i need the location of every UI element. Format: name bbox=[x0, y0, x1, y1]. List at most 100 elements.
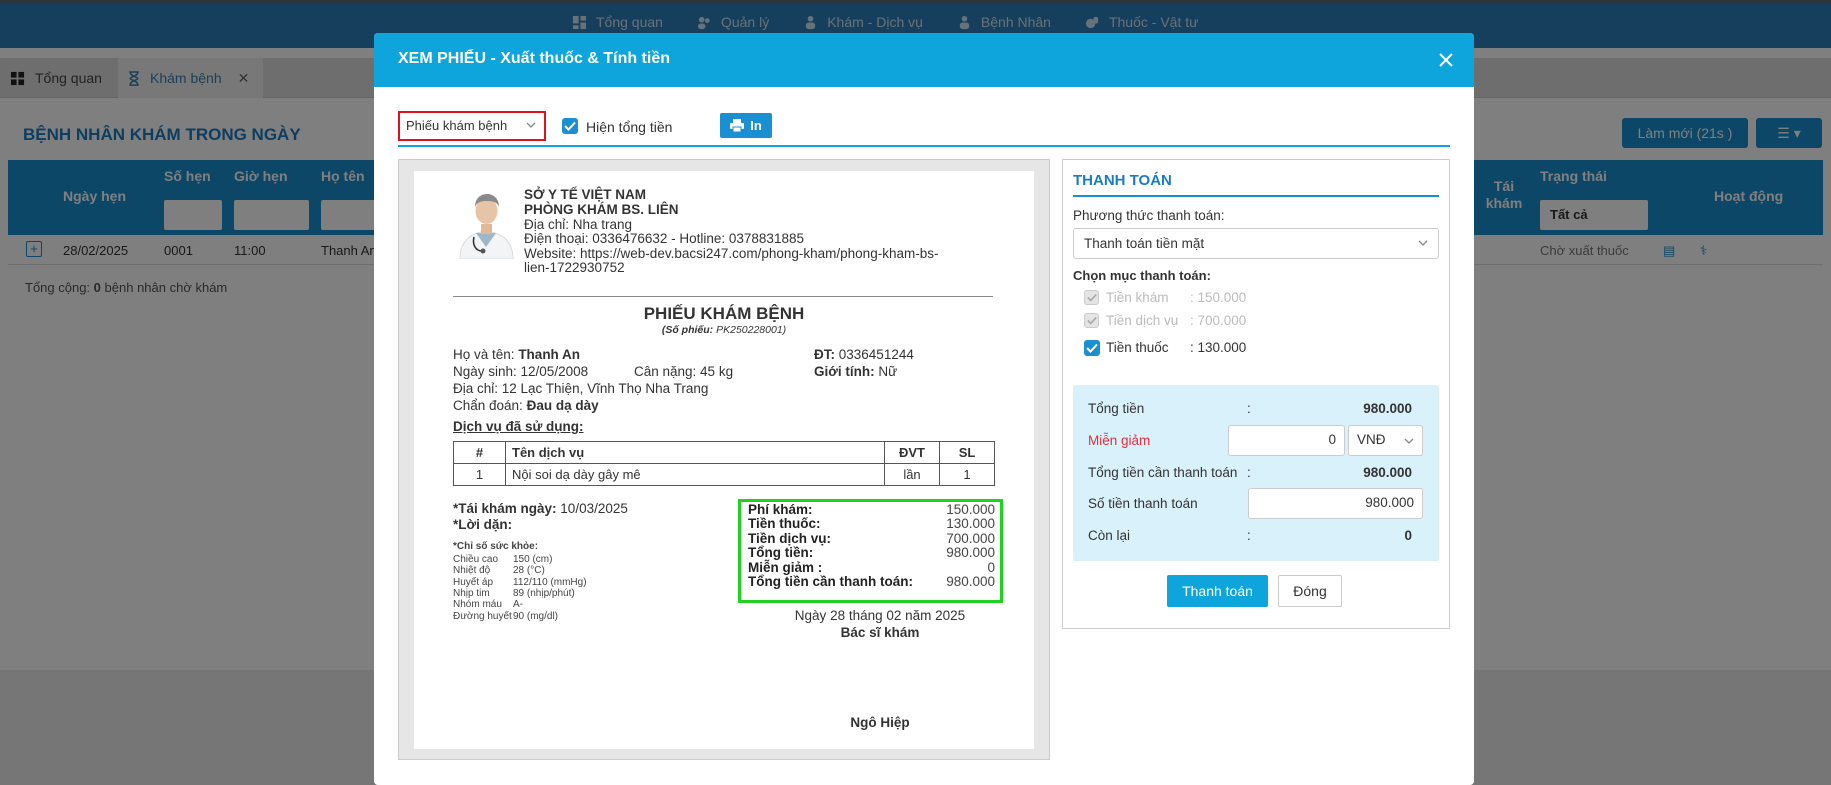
modal-header: XEM PHIẾU - Xuất thuốc & Tính tiền bbox=[374, 33, 1474, 87]
total-value: 980.000 bbox=[1363, 401, 1412, 416]
chevron-down-icon bbox=[526, 122, 536, 128]
services-table: # Tên dịch vụ ĐVT SL 1 Nội soi dạ dày gâ… bbox=[453, 441, 995, 486]
remain-value: 0 bbox=[1404, 528, 1412, 543]
form-code: (Số phiếu: PK250228001) bbox=[661, 324, 787, 336]
vital-label: Chiều cao bbox=[453, 554, 499, 565]
vital-label: Đường huyết bbox=[453, 610, 512, 622]
patient-address: Địa chỉ: 12 Lạc Thiện, Vĩnh Thọ Nha Tran… bbox=[453, 381, 709, 396]
clinic-name: PHÒNG KHÁM BS. LIÊN bbox=[524, 202, 679, 217]
doctor-avatar bbox=[454, 189, 519, 259]
services-heading: Dịch vụ đã sử dụng: bbox=[453, 419, 584, 434]
clinic-phone: Điện thoại: 0336476632 - Hotline: 037883… bbox=[524, 231, 804, 246]
fee-value: 980.000 bbox=[946, 545, 995, 561]
discount-unit-select[interactable]: VNĐ bbox=[1348, 425, 1423, 456]
chevron-down-icon bbox=[1418, 240, 1428, 246]
vital-value: 89 (nhịp/phút) bbox=[513, 587, 575, 599]
modal-title: XEM PHIẾU - Xuất thuốc & Tính tiền bbox=[398, 50, 670, 67]
vitals-heading: *Chỉ số sức khỏe: bbox=[453, 541, 539, 552]
th-unit: ĐVT bbox=[884, 441, 940, 464]
clinic-website: Website: https://web-dev.bacsi247.com/ph… bbox=[524, 246, 939, 261]
exam-fee-label: Tiền khám bbox=[1106, 290, 1169, 305]
clinic-address: Địa chỉ: Nha trang bbox=[524, 217, 633, 232]
printer-icon bbox=[730, 119, 745, 132]
total-label: Tổng tiền bbox=[1088, 401, 1145, 416]
paid-label: Số tiền thanh toán bbox=[1088, 496, 1198, 511]
payment-summary: Tổng tiền : 980.000 Miễn giảm 0 VNĐ Tổng… bbox=[1073, 385, 1439, 561]
remain-label: Còn lại bbox=[1088, 528, 1131, 543]
fee-value: 980.000 bbox=[946, 574, 995, 589]
fee-value: 150.000 bbox=[946, 502, 995, 517]
discount-input[interactable]: 0 bbox=[1228, 425, 1345, 456]
print-button[interactable]: In bbox=[720, 113, 772, 138]
th-qty: SL bbox=[939, 441, 995, 464]
fee-value: 0 bbox=[987, 559, 995, 575]
vital-label: Nhiệt độ bbox=[453, 565, 491, 577]
fee-summary-highlight: Phí khám: 150.000 Tiền thuốc: 130.000 Tiền d… bbox=[738, 499, 1003, 603]
paid-amount-input[interactable]: 980.000 bbox=[1248, 488, 1423, 519]
check-icon bbox=[1087, 294, 1097, 302]
form-type-select[interactable]: Phiếu khám bệnh bbox=[398, 111, 546, 141]
fee-label: Tiền thuốc: bbox=[748, 516, 821, 532]
th-service: Tên dịch vụ bbox=[505, 441, 885, 464]
need-value: 980.000 bbox=[1363, 465, 1412, 480]
medicine-fee-label: Tiền thuốc bbox=[1106, 340, 1169, 355]
exam-fee-checkbox[interactable] bbox=[1084, 290, 1099, 305]
patient-phone: ĐT: 0336451244 bbox=[814, 347, 914, 362]
service-fee-label: Tiền dịch vụ bbox=[1106, 313, 1179, 328]
vital-value: 90 (mg/dl) bbox=[513, 610, 559, 622]
form-title: PHIẾU KHÁM BỆNH bbox=[643, 304, 805, 323]
check-icon bbox=[1086, 343, 1098, 353]
check-icon bbox=[1087, 317, 1097, 325]
payment-method-select[interactable]: Thanh toán tiền mặt bbox=[1073, 228, 1439, 259]
vital-label: Nhóm máu bbox=[453, 599, 502, 611]
medicine-fee-checkbox[interactable] bbox=[1084, 340, 1100, 356]
fee-label: Phí khám: bbox=[748, 502, 813, 517]
medicine-fee-value: : 130.000 bbox=[1190, 340, 1247, 355]
fee-label: Tổng tiền: bbox=[748, 545, 814, 561]
service-fee-checkbox[interactable] bbox=[1084, 313, 1099, 328]
patient-name: Họ và tên: Thanh An bbox=[453, 347, 581, 362]
clinic-website-cont: lien-1722930752 bbox=[524, 260, 625, 275]
patient-weight: Cân nặng: 45 kg bbox=[634, 364, 734, 379]
vital-label: Nhịp tim bbox=[453, 587, 490, 599]
fee-label: Miễn giảm : bbox=[748, 559, 823, 575]
method-label: Phương thức thanh toán: bbox=[1073, 208, 1225, 223]
payment-title: THANH TOÁN bbox=[1073, 172, 1172, 189]
document-preview[interactable]: SỞ Y TẾ VIỆT NAM PHÒNG KHÁM BS. LIÊN Địa… bbox=[398, 159, 1050, 760]
vital-value: A- bbox=[513, 599, 523, 611]
exam-form: SỞ Y TẾ VIỆT NAM PHÒNG KHÁM BS. LIÊN Địa… bbox=[414, 171, 1034, 749]
fee-label: Tiền dịch vụ: bbox=[748, 530, 832, 546]
need-label: Tổng tiền cần thanh toán bbox=[1088, 465, 1238, 480]
diagnosis: Chẩn đoán: Đau dạ dày bbox=[453, 398, 599, 413]
fee-label: Tổng tiền cần thanh toán: bbox=[748, 574, 913, 589]
divider bbox=[453, 296, 993, 297]
check-icon bbox=[564, 121, 576, 131]
doctor-name: Ngô Hiệp bbox=[850, 715, 910, 730]
service-fee-value: : 700.000 bbox=[1190, 313, 1247, 328]
payment-panel: THANH TOÁN Phương thức thanh toán: Thanh… bbox=[1062, 159, 1450, 629]
patient-dob: Ngày sinh: 12/05/2008 bbox=[453, 364, 589, 379]
close-icon[interactable] bbox=[1436, 50, 1456, 70]
th-index: # bbox=[453, 441, 506, 464]
org-name: SỞ Y TẾ VIỆT NAM bbox=[524, 187, 647, 202]
fee-value: 130.000 bbox=[946, 516, 995, 532]
discount-label: Miễn giảm bbox=[1088, 433, 1151, 448]
show-total-label: Hiện tổng tiền bbox=[586, 119, 673, 135]
invoice-modal: XEM PHIẾU - Xuất thuốc & Tính tiền Phiếu… bbox=[374, 33, 1474, 785]
revisit-date: *Tái khám ngày: 10/03/2025 bbox=[453, 501, 628, 516]
show-total-checkbox[interactable] bbox=[562, 118, 578, 134]
patient-gender: Giới tính: Nữ bbox=[814, 364, 898, 379]
table-row: 1 Nội soi dạ dày gây mê lần 1 bbox=[453, 463, 995, 486]
pay-button[interactable]: Thanh toán bbox=[1167, 575, 1268, 607]
modal-toolbar: Phiếu khám bệnh Hiện tổng tiền In bbox=[398, 111, 1450, 147]
close-button[interactable]: Đóng bbox=[1278, 575, 1342, 607]
advice: *Lời dặn: bbox=[453, 517, 513, 532]
vital-value: 112/110 (mmHg) bbox=[513, 576, 587, 588]
sign-date: Ngày 28 tháng 02 năm 2025 bbox=[794, 608, 966, 623]
doctor-title: Bác sĩ khám bbox=[840, 625, 920, 640]
fee-value: 700.000 bbox=[946, 530, 995, 546]
vital-value: 28 (°C) bbox=[513, 565, 545, 577]
chevron-down-icon bbox=[1404, 438, 1414, 444]
exam-fee-value: : 150.000 bbox=[1190, 290, 1247, 305]
payment-title-underline bbox=[1073, 195, 1439, 197]
